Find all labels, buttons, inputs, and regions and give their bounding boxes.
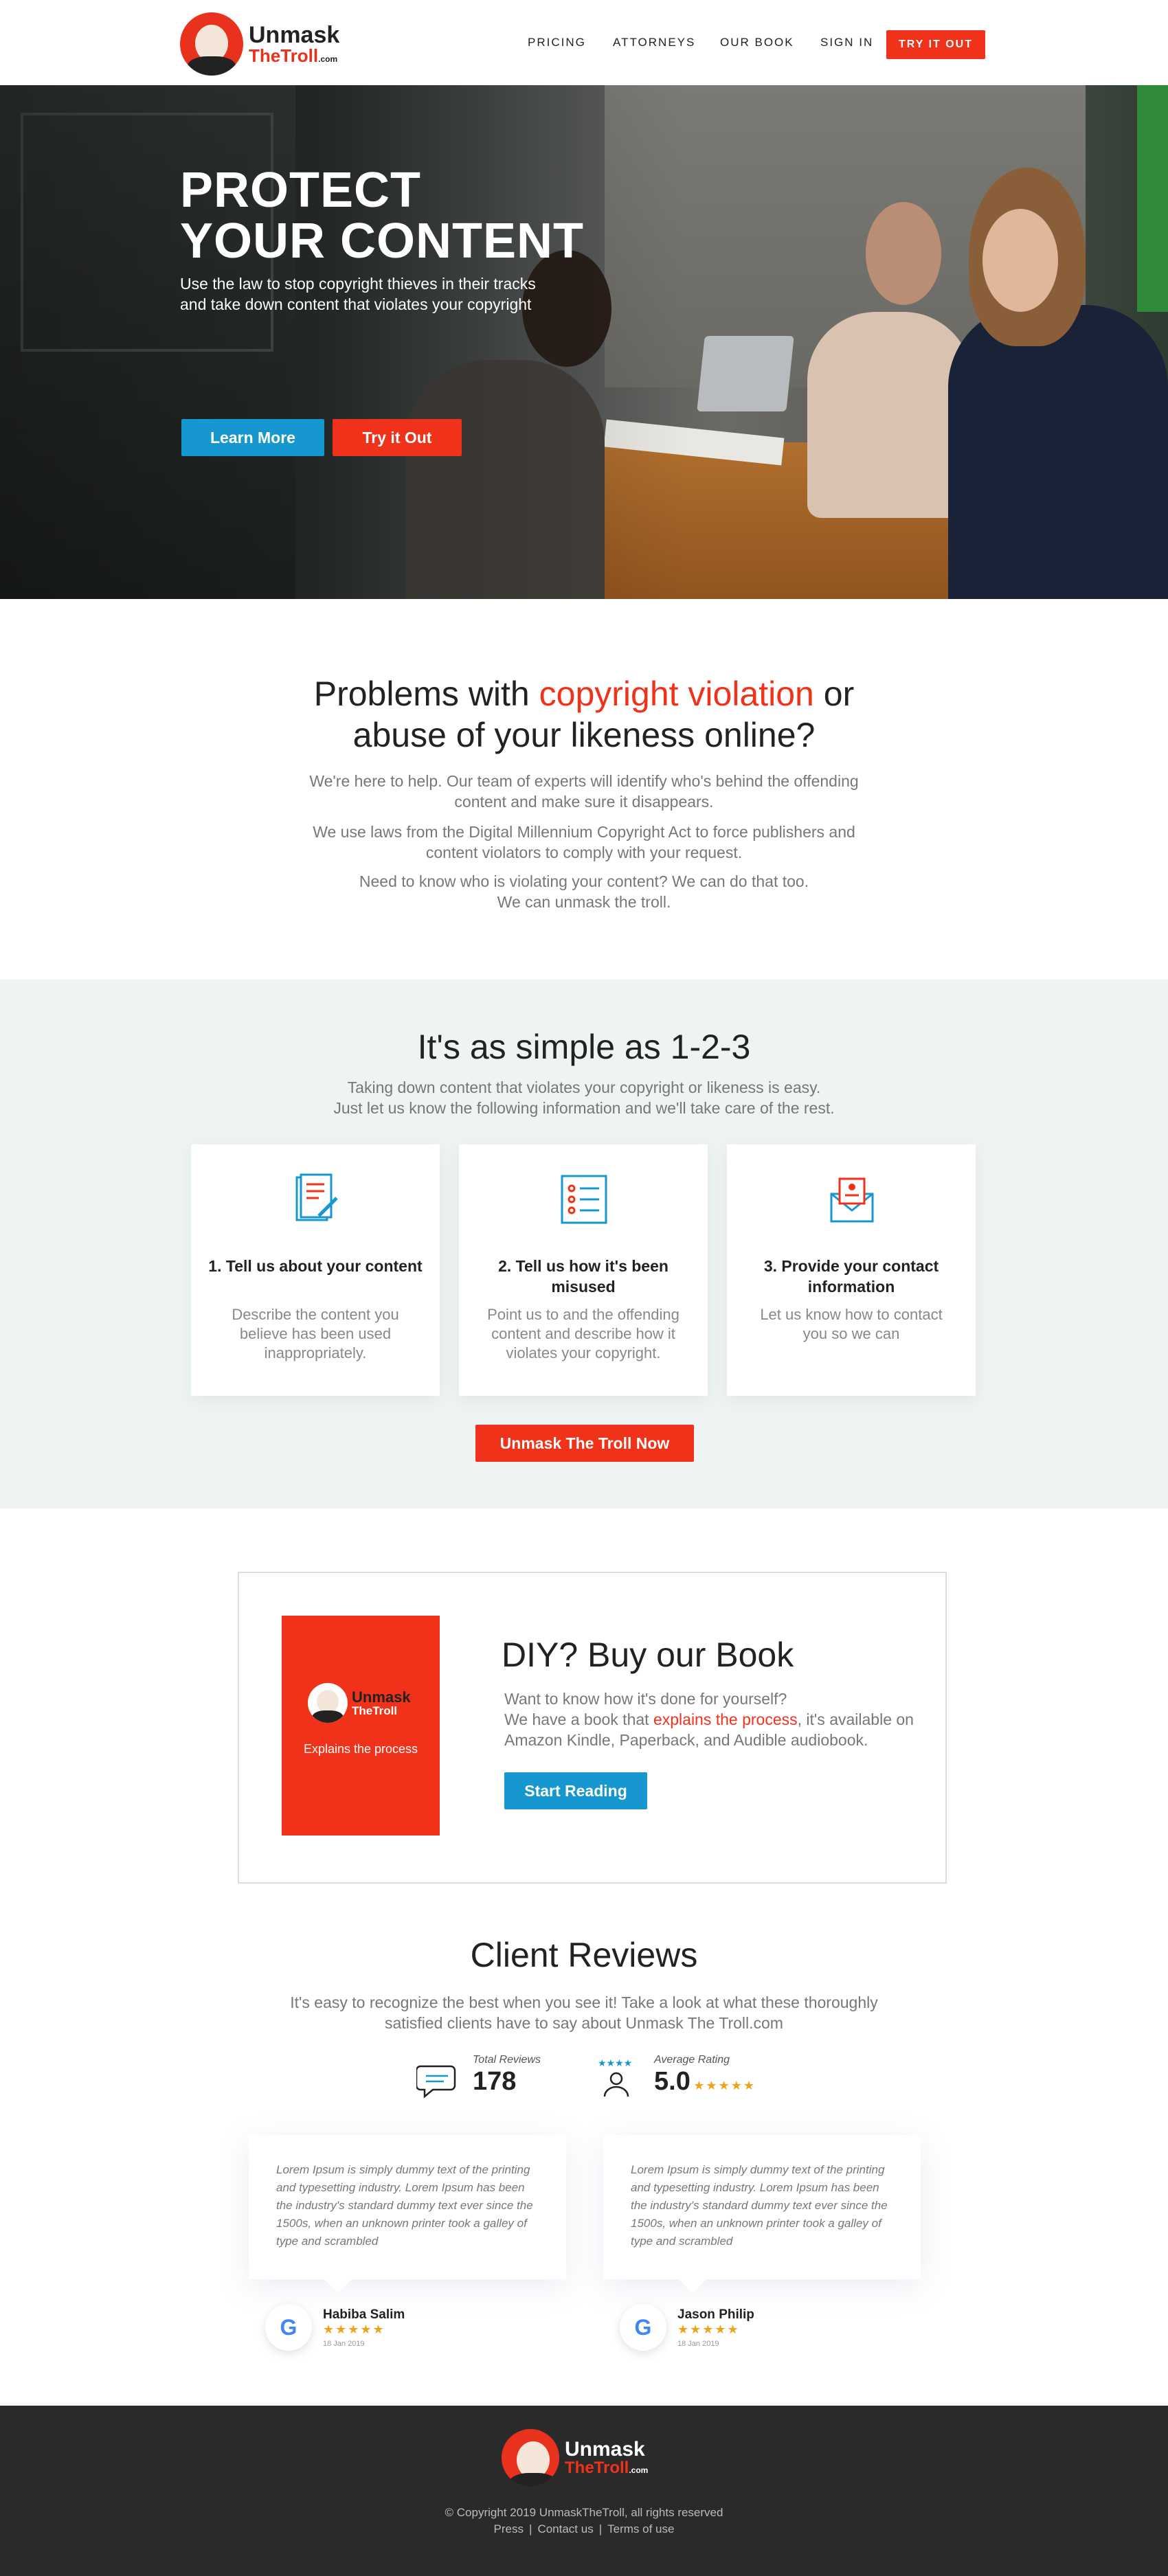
book-description: Want to know how it's done for yourself?…	[504, 1690, 914, 1749]
chat-bubble-icon	[416, 2065, 456, 2099]
review-card-2: Lorem Ipsum is simply dummy text of the …	[603, 2135, 921, 2293]
step-1-text: Describe the content you believe has bee…	[232, 1306, 399, 1362]
svg-text:★★★★: ★★★★	[598, 2058, 632, 2069]
book-cover-tagline: Explains the process	[303, 1742, 418, 1756]
step-2-text: Point us to and the offending content an…	[487, 1306, 680, 1362]
steps-heading: It's as simple as 1-2-3	[417, 1028, 751, 1066]
learn-more-button[interactable]: Learn More	[181, 419, 324, 456]
rated-person-icon: ★★★★	[598, 2058, 632, 2097]
review-card-1: Lorem Ipsum is simply dummy text of the …	[249, 2135, 566, 2293]
step-3-title: 3. Provide your contact information	[763, 1257, 939, 1296]
book-heading: DIY? Buy our Book	[502, 1636, 794, 1674]
reviews-subtitle: It's easy to recognize the best when you…	[290, 1993, 878, 2032]
footer-links: Press | Contact us | Terms of use	[493, 2522, 675, 2535]
hero-subtitle: Use the law to stop copyright thieves in…	[180, 275, 536, 313]
footer-link-contact[interactable]: Contact us	[537, 2522, 593, 2535]
nav-sign-in[interactable]: SIGN IN	[820, 36, 873, 49]
step-card-3: 3. Provide your contact information Let …	[727, 1144, 976, 1396]
steps-subtitle: Taking down content that violates your c…	[333, 1078, 835, 1117]
review-1-date: 18 Jan 2019	[323, 2339, 365, 2348]
troll-mascot-icon	[180, 12, 243, 76]
step-card-2: 2. Tell us how it's been misused Point u…	[459, 1144, 708, 1396]
envelope-contact-icon	[830, 1177, 874, 1223]
footer-link-press[interactable]: Press	[494, 2522, 524, 2535]
logo-suffix: .com	[318, 54, 338, 64]
copyright-text: © Copyright 2019 UnmaskTheTroll, all rig…	[445, 2506, 723, 2519]
problems-paragraph-2: We use laws from the Digital Millennium …	[313, 823, 855, 861]
nav-attorneys[interactable]: ATTORNEYS	[613, 36, 695, 49]
step-2-title: 2. Tell us how it's been misused	[498, 1257, 669, 1296]
review-2-author: G Jason Philip ★★★★★ 18 Jan 2019	[620, 2304, 754, 2351]
document-pen-icon	[295, 1173, 338, 1221]
average-rating-stars: ★★★★★	[693, 2079, 756, 2092]
book-cover-logo: Unmask TheTroll	[308, 1683, 411, 1723]
review-1-stars: ★★★★★	[323, 2322, 385, 2336]
total-reviews-label: Total Reviews	[473, 2054, 541, 2066]
review-1-name: Habiba Salim	[323, 2307, 405, 2322]
unmask-the-troll-button[interactable]: Unmask The Troll Now	[475, 1425, 694, 1462]
problems-paragraph-3: Need to know who is violating your conte…	[359, 872, 809, 911]
review-2-text: Lorem Ipsum is simply dummy text of the …	[631, 2163, 888, 2248]
total-reviews-value: 178	[473, 2067, 517, 2096]
nav-pricing[interactable]: PRICING	[528, 36, 586, 49]
site-header: Unmask TheTroll.com PRICING ATTORNEYS OU…	[0, 0, 1168, 85]
hero-banner	[0, 85, 1168, 599]
start-reading-button[interactable]: Start Reading	[504, 1772, 647, 1809]
footer-logo[interactable]: Unmask TheTroll.com	[502, 2429, 648, 2487]
checklist-icon	[561, 1175, 607, 1224]
site-logo[interactable]: Unmask TheTroll.com	[180, 12, 339, 76]
hero-title: PROTECT YOUR CONTENT	[180, 163, 584, 269]
average-rating-value: 5.0	[654, 2067, 690, 2096]
step-3-text: Let us know how to contact you so we can	[760, 1306, 943, 1342]
nav-our-book[interactable]: OUR BOOK	[720, 36, 794, 49]
nav-try-it-out-button[interactable]: TRY IT OUT	[886, 30, 985, 59]
average-rating-label: Average Rating	[654, 2054, 730, 2066]
review-1-text: Lorem Ipsum is simply dummy text of the …	[276, 2163, 533, 2248]
problems-paragraph-1: We're here to help. Our team of experts …	[309, 772, 859, 811]
step-1-title: 1. Tell us about your content	[208, 1257, 423, 1275]
book-highlight: explains the process	[653, 1710, 798, 1728]
google-icon: G	[620, 2304, 666, 2351]
problems-heading: Problems with copyright violation or abu…	[313, 675, 855, 754]
review-1-author: G Habiba Salim ★★★★★ 18 Jan 2019	[265, 2304, 405, 2351]
logo-name-line2: TheTroll	[249, 45, 319, 66]
review-2-stars: ★★★★★	[677, 2322, 740, 2336]
logo-name-line1: Unmask	[249, 22, 340, 48]
footer-link-terms[interactable]: Terms of use	[607, 2522, 674, 2535]
review-2-name: Jason Philip	[677, 2307, 754, 2322]
review-2-date: 18 Jan 2019	[677, 2339, 719, 2348]
troll-mascot-icon	[308, 1683, 348, 1723]
step-card-1: 1. Tell us about your content Describe t…	[191, 1144, 440, 1396]
google-icon: G	[265, 2304, 312, 2351]
book-cover[interactable]: Unmask TheTroll Explains the process	[282, 1616, 440, 1835]
reviews-heading: Client Reviews	[470, 1936, 698, 1974]
hero-photo-laptop	[697, 336, 794, 411]
site-footer: Unmask TheTroll.com © Copyright 2019 Unm…	[0, 2406, 1168, 2576]
hero-try-it-out-button[interactable]: Try it Out	[333, 419, 462, 456]
troll-mascot-icon	[502, 2429, 559, 2487]
